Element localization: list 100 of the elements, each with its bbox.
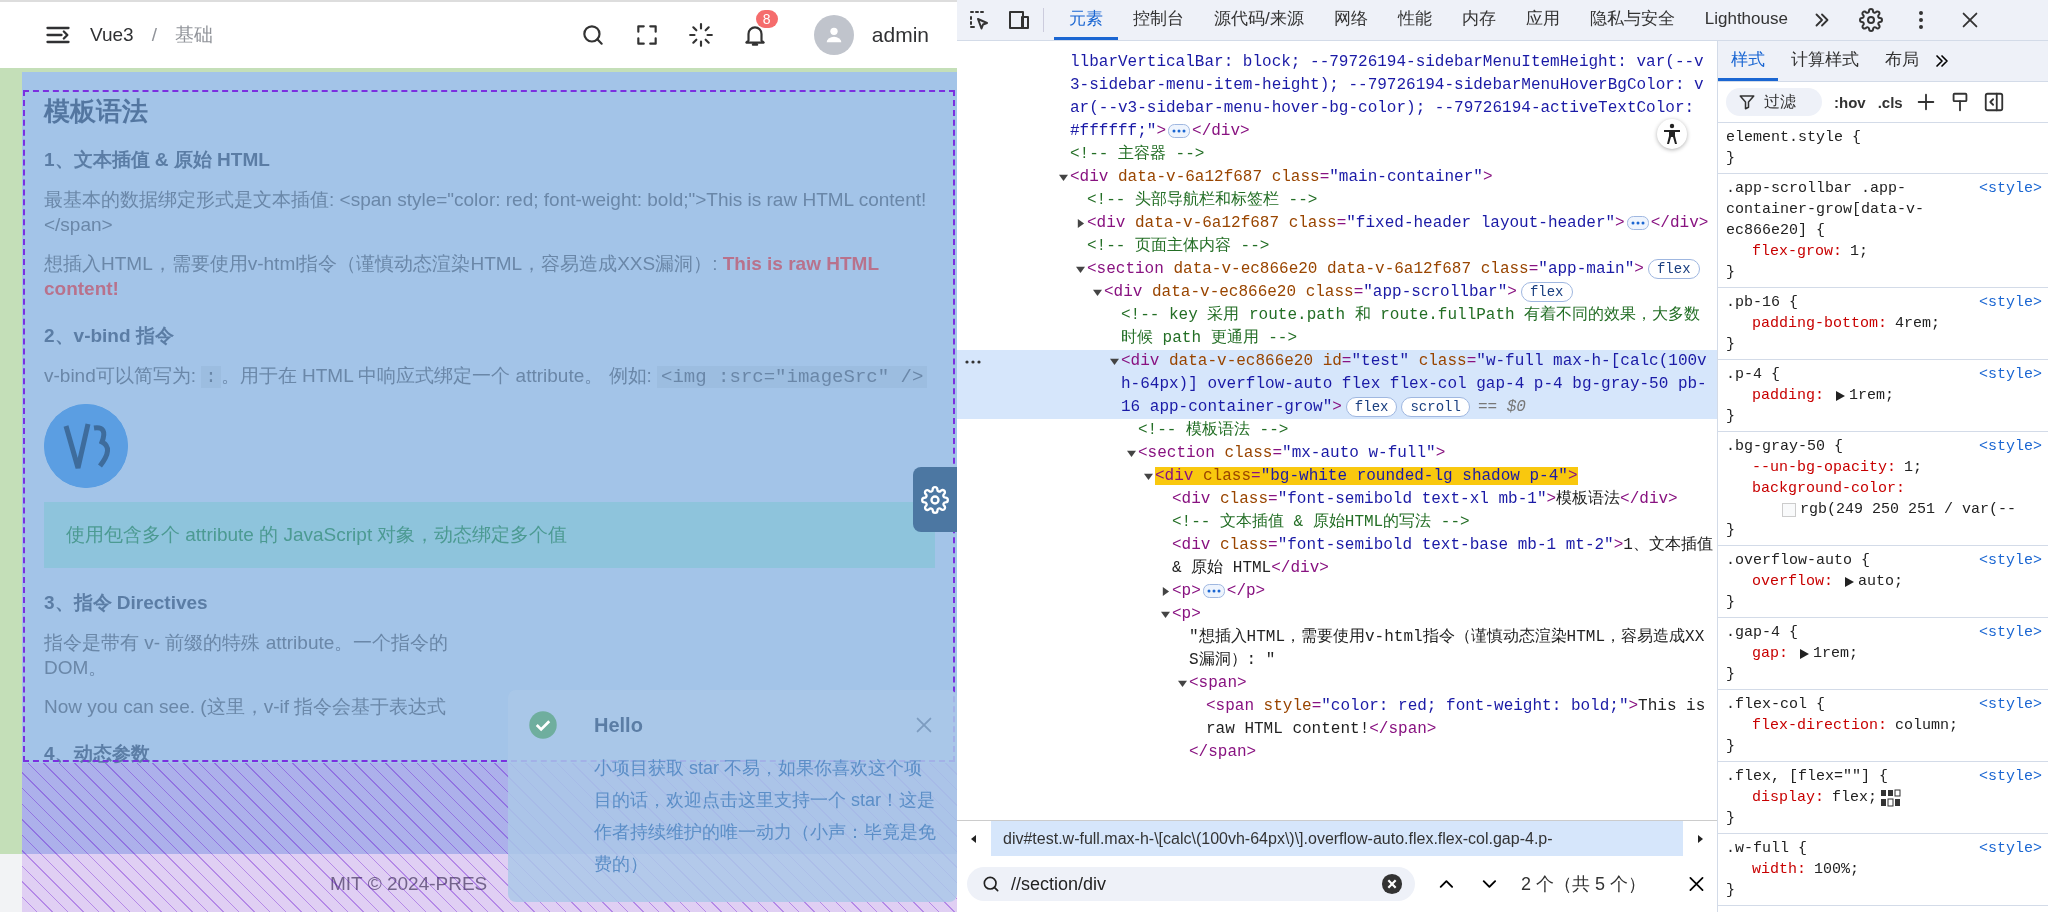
dom-element-tag[interactable]: <p> </p> [1172, 580, 1717, 603]
dom-tree-row[interactable]: <div class="font-semibold text-xl mb-1">模板语法</div> [957, 488, 1717, 511]
ellipsis-button[interactable] [1168, 123, 1191, 138]
devtools-tab[interactable]: 源代码/来源 [1199, 0, 1319, 40]
dom-tree-row[interactable]: <!-- 模板语法 --> [957, 419, 1717, 442]
css-property[interactable]: display: [1752, 787, 1824, 808]
css-property[interactable]: padding: [1752, 385, 1824, 406]
dom-tree-row[interactable]: <!-- 头部导航栏和标签栏 --> [957, 189, 1717, 212]
css-value[interactable]: 1rem; [1813, 643, 1859, 664]
dom-element-tag[interactable]: <div class="font-semibold text-xl mb-1">模板语法</div> [1172, 488, 1717, 511]
devtools-tab[interactable]: 应用 [1510, 0, 1575, 40]
dom-tree-row[interactable]: <!-- 文本插值 & 原始HTML的写法 --> [957, 511, 1717, 534]
css-property[interactable]: background-color: [1752, 478, 1906, 499]
dom-element-tag[interactable]: <section class="mx-auto w-full"> [1138, 442, 1717, 465]
inspect-element-icon[interactable] [967, 8, 991, 32]
dom-tree-row[interactable]: <div class="font-semibold text-base mb-1 mt-2">1、文本插值 & 原始 HTML</div> [957, 534, 1717, 580]
devtools-tab[interactable]: 网络 [1318, 0, 1383, 40]
devtools-tab[interactable]: 控制台 [1118, 0, 1199, 40]
expand-arrow-icon[interactable] [1161, 610, 1170, 619]
css-value[interactable]: rgb(249 250 251 / var(-- [1800, 499, 2017, 520]
css-property[interactable]: width: [1752, 859, 1806, 880]
expand-arrow-icon[interactable] [1144, 472, 1153, 481]
dom-element-tag[interactable]: <div class="font-semibold text-base mb-1 mt-2">1、文本插值 & 原始 HTML</div> [1172, 534, 1717, 580]
styles-tab[interactable]: 计算样式 [1778, 41, 1872, 81]
accessibility-icon[interactable] [1657, 119, 1687, 149]
css-property[interactable]: flex-direction: [1752, 715, 1888, 736]
expand-arrow-icon[interactable] [1110, 357, 1119, 366]
dom-tree-row[interactable]: <span> [957, 672, 1717, 695]
dom-tree-row[interactable]: <p> [957, 603, 1717, 626]
css-value[interactable]: flex; [1832, 787, 1878, 808]
dom-tree-row[interactable]: <div data-v-6a12f687 class="fixed-header layout-header"> </div> [957, 212, 1717, 235]
source-link[interactable]: <style> [1979, 622, 2042, 643]
devtools-tab[interactable]: 元素 [1054, 0, 1118, 40]
css-value[interactable]: column; [1895, 715, 1959, 736]
css-value[interactable]: 4rem; [1895, 313, 1941, 334]
css-property[interactable]: gap: [1752, 643, 1788, 664]
device-toolbar-icon[interactable] [1007, 8, 1031, 32]
dom-tree-row[interactable]: <section class="mx-auto w-full"> [957, 442, 1717, 465]
dom-tree-row[interactable]: "想插入HTML，需要使用v-html指令（谨慎动态渲染HTML，容易造成XXS漏洞）: " [957, 626, 1717, 672]
dom-tree-row[interactable]: <div data-v-ec866e20 class="app-scrollbar"> flex [957, 281, 1717, 304]
source-link[interactable]: <style> [1979, 292, 2042, 313]
css-value[interactable]: auto; [1858, 571, 1904, 592]
dom-tree-row[interactable]: <div class="bg-white rounded-lg shadow p-4"> [957, 465, 1717, 488]
css-property[interactable]: overflow: [1752, 571, 1833, 592]
class-toggle-button[interactable]: .cls [1877, 93, 1903, 111]
devtools-tab[interactable]: 内存 [1446, 0, 1511, 40]
spinner-icon[interactable] [687, 22, 714, 48]
settings-button[interactable] [913, 467, 957, 532]
dom-element-tag[interactable]: <span> [1189, 672, 1717, 695]
devtools-tab[interactable]: 隐私与安全 [1574, 0, 1690, 40]
dom-element-tag[interactable]: <section data-v-ec866e20 data-v-6a12f687 class="app-main"> flex [1087, 258, 1717, 281]
layout-badge[interactable]: scroll [1401, 397, 1470, 417]
styles-tab[interactable]: 样式 [1718, 41, 1778, 81]
css-value[interactable]: 1rem; [1849, 385, 1895, 406]
dom-tree-row[interactable]: <span style="color: red; font-weight: bold;">This is raw HTML content!</span> [957, 695, 1717, 741]
expand-arrow-icon[interactable] [1836, 390, 1845, 401]
expand-arrow-icon[interactable] [1845, 576, 1854, 587]
dom-tree-row[interactable]: <!-- 页面主体内容 --> [957, 235, 1717, 258]
source-link[interactable]: <style> [1979, 550, 2042, 571]
flexbox-editor-icon[interactable] [1881, 788, 1902, 807]
layout-badge[interactable]: flex [1520, 282, 1573, 302]
layout-badge[interactable]: flex [1647, 259, 1700, 279]
layout-badge[interactable]: flex [1345, 397, 1398, 417]
dom-element-tag[interactable]: <div data-v-6a12f687 class="fixed-header layout-header"> </div> [1087, 212, 1717, 235]
filter-field[interactable]: 过滤 [1726, 88, 1822, 116]
dom-tree-row[interactable]: <!-- 主容器 --> [957, 143, 1717, 166]
dom-element-tag[interactable]: <div data-v-ec866e20 id="test" class="w-full max-h-[calc(100vh-64px)] overflow-auto flex flex-col gap-4 p-4 bg-gray-50 pb-16 app-container-grow"> flex scroll == $0 [1121, 350, 1717, 419]
expand-arrow-icon[interactable] [1076, 219, 1085, 228]
css-value[interactable]: 100%; [1814, 859, 1860, 880]
devtools-tab[interactable]: 性能 [1382, 0, 1447, 40]
expand-arrow-icon[interactable] [1059, 173, 1068, 182]
expand-arrow-icon[interactable] [1127, 449, 1136, 458]
css-property[interactable]: flex-grow: [1752, 241, 1842, 262]
source-link[interactable]: <style> [1979, 178, 2042, 241]
source-link[interactable]: <style> [1979, 436, 2042, 457]
expand-arrow-icon[interactable] [1093, 288, 1102, 297]
sidebar-toggle-icon[interactable] [1982, 91, 2005, 113]
more-icon[interactable] [965, 359, 981, 365]
breadcrumb-item[interactable]: Vue3 [90, 24, 134, 46]
dom-element-tag[interactable]: <div data-v-ec866e20 class="app-scrollbar"> flex [1104, 281, 1717, 304]
css-value[interactable]: 1; [1850, 241, 1869, 262]
dom-element-tag[interactable]: <div class="bg-white rounded-lg shadow p-4"> [1155, 465, 1717, 488]
expand-arrow-icon[interactable] [1076, 265, 1085, 274]
clear-icon[interactable] [1381, 873, 1404, 895]
source-link[interactable]: <style> [1979, 838, 2042, 859]
dom-tree-row[interactable]: <section data-v-ec866e20 data-v-6a12f687 class="app-main"> flex [957, 258, 1717, 281]
css-value[interactable]: 1; [1904, 457, 1923, 478]
source-link[interactable]: <style> [1979, 694, 2042, 715]
ellipsis-button[interactable] [1626, 215, 1649, 230]
source-link[interactable]: <style> [1979, 364, 2042, 385]
username[interactable]: admin [871, 23, 929, 47]
hover-state-button[interactable]: :hov [1834, 93, 1866, 111]
dom-tree-row[interactable]: <!-- key 采用 route.path 和 route.fullPath 有着不同的效果，大多数时候 path 更通用 --> [957, 304, 1717, 350]
source-link[interactable]: <style> [1979, 766, 2042, 787]
dom-tree-row[interactable]: <p> </p> [957, 580, 1717, 603]
expand-arrow-icon[interactable] [1178, 679, 1187, 688]
color-swatch[interactable] [1782, 502, 1796, 517]
styles-tab[interactable]: 布局 [1872, 41, 1932, 81]
expand-arrow-icon[interactable] [1800, 648, 1809, 659]
ellipsis-button[interactable] [1202, 583, 1225, 598]
